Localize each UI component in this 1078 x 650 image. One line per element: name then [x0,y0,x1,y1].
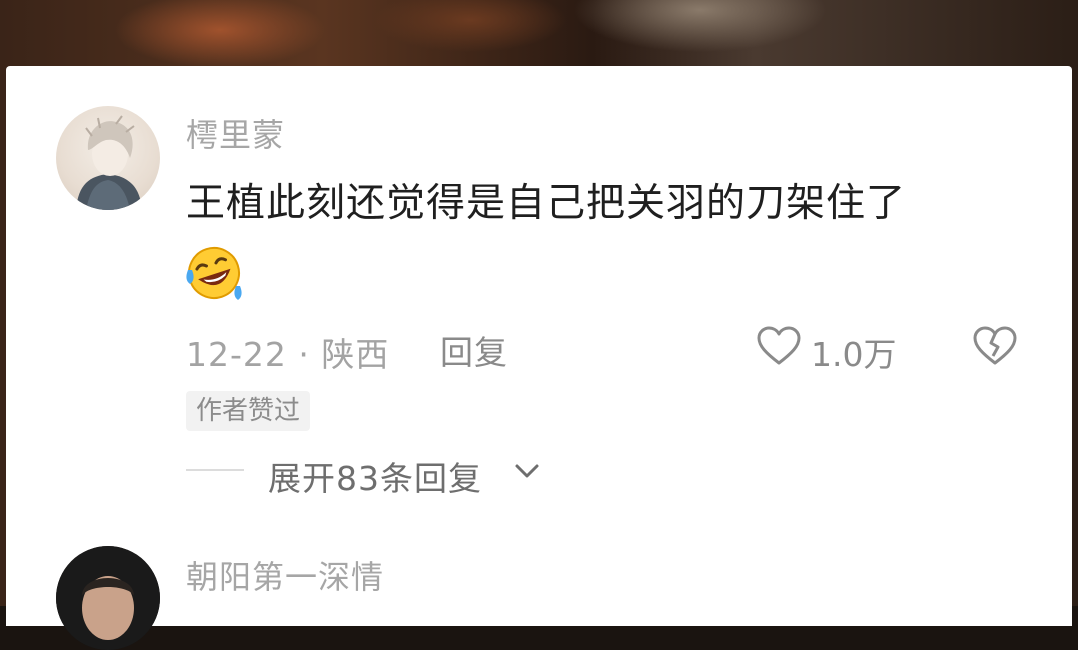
comment-date-location: 12-22 · 陕西 [186,335,390,374]
author-liked-badge: 作者赞过 [186,391,311,431]
username[interactable]: 朝阳第一深情 [186,552,384,598]
comment-text: 王植此刻还觉得是自己把关羽的刀架住了 [186,181,907,226]
divider [186,469,244,471]
avatar-illustration [76,115,142,210]
avatar-photo [56,546,160,650]
avatar[interactable] [56,546,160,650]
avatar[interactable] [56,106,160,210]
reply-button[interactable]: 回复 [440,326,508,374]
comments-panel [6,66,1072,626]
expand-replies-button[interactable]: 展开83条回复 [268,452,482,500]
heart-icon[interactable] [756,325,802,367]
broken-heart-icon[interactable] [972,325,1018,367]
rolling-on-floor-laughing-emoji-icon [186,247,242,300]
chevron-down-icon[interactable] [512,458,542,484]
username[interactable]: 樗里蒙 [186,110,285,156]
like-count: 1.0万 [811,335,897,374]
